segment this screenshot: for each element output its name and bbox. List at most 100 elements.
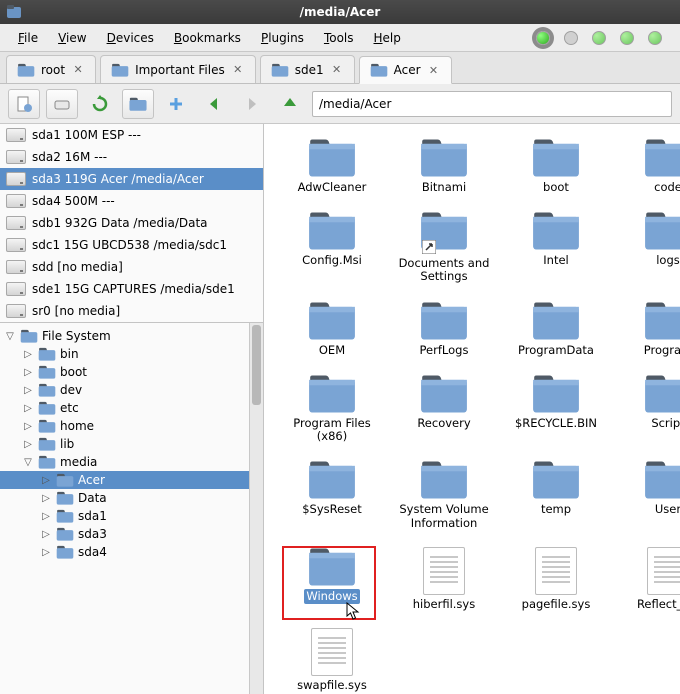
folder-item[interactable]: Recovery xyxy=(394,374,494,444)
tree-item-sda4[interactable]: ▷sda4 xyxy=(0,543,263,561)
expander-icon[interactable]: ▷ xyxy=(40,493,52,504)
device-label: sdc1 15G UBCD538 /media/sdc1 xyxy=(32,238,227,252)
device-item[interactable]: sr0 [no media] xyxy=(0,300,263,322)
expander-icon[interactable]: ▷ xyxy=(40,547,52,558)
tab-sde1[interactable]: sde1 xyxy=(260,55,355,83)
expander-icon[interactable]: ▽ xyxy=(22,457,34,468)
device-item[interactable]: sda1 100M ESP --- xyxy=(0,124,263,146)
expander-icon[interactable]: ▷ xyxy=(40,475,52,486)
forward-icon[interactable] xyxy=(236,89,268,119)
tree-item-dev[interactable]: ▷ dev xyxy=(0,381,263,399)
tree-item-etc[interactable]: ▷etc xyxy=(0,399,263,417)
file-view[interactable]: AdwCleaner Bitnamibootcode Config.MsiDocum… xyxy=(264,124,680,694)
folder-item[interactable]: code xyxy=(618,138,680,195)
folder-item[interactable]: User xyxy=(618,460,680,530)
refresh-icon[interactable] xyxy=(84,89,116,119)
folder-item[interactable]: logs xyxy=(618,211,680,284)
address-bar[interactable] xyxy=(312,91,672,117)
expander-icon[interactable]: ▷ xyxy=(40,511,52,522)
address-input[interactable] xyxy=(319,97,665,111)
tree-item-home[interactable]: ▷home xyxy=(0,417,263,435)
folder-item[interactable]: Bitnami xyxy=(394,138,494,195)
tree-item-acer[interactable]: ▷Acer xyxy=(0,471,263,489)
up-icon[interactable] xyxy=(274,89,306,119)
close-icon[interactable] xyxy=(427,63,441,77)
add-icon[interactable] xyxy=(160,89,192,119)
status-dot[interactable] xyxy=(564,31,578,45)
folder-icon xyxy=(38,347,56,361)
tab-acer[interactable]: Acer xyxy=(359,56,452,84)
app-icon xyxy=(6,4,22,20)
folder-item[interactable]: Windows xyxy=(282,547,382,612)
close-icon[interactable] xyxy=(330,63,344,77)
tree-item-lib[interactable]: ▷lib xyxy=(0,435,263,453)
menu-plugins[interactable]: Plugins xyxy=(251,27,314,49)
tree-root[interactable]: ▽File System xyxy=(0,327,263,345)
drive-icon xyxy=(6,172,26,186)
folder-item[interactable]: AdwCleaner xyxy=(282,138,382,195)
folder-item[interactable]: Config.Msi xyxy=(282,211,382,284)
device-item[interactable]: sdb1 932G Data /media/Data xyxy=(0,212,263,234)
close-icon[interactable] xyxy=(71,63,85,77)
folder-item[interactable]: $RECYCLE.BIN xyxy=(506,374,606,444)
tree-item-sda3[interactable]: ▷sda3 xyxy=(0,525,263,543)
device-item[interactable]: sdd [no media] xyxy=(0,256,263,278)
folder-item[interactable]: Intel xyxy=(506,211,606,284)
menu-view[interactable]: View xyxy=(48,27,96,49)
file-item[interactable]: pagefile.sys xyxy=(506,547,606,612)
device-item[interactable]: sde1 15G CAPTURES /media/sde1 xyxy=(0,278,263,300)
open-folder-button[interactable] xyxy=(122,89,154,119)
folder-icon xyxy=(420,374,468,414)
folder-item[interactable]: OEM xyxy=(282,301,382,358)
expander-icon[interactable]: ▽ xyxy=(4,331,16,342)
expander-icon[interactable]: ▷ xyxy=(40,529,52,540)
menu-help[interactable]: Help xyxy=(364,27,411,49)
folder-item[interactable]: boot xyxy=(506,138,606,195)
menu-devices[interactable]: Devices xyxy=(97,27,164,49)
expander-icon[interactable]: ▷ xyxy=(22,349,34,360)
device-item[interactable]: sda3 119G Acer /media/Acer xyxy=(0,168,263,190)
expander-icon[interactable]: ▷ xyxy=(22,421,34,432)
folder-item[interactable]: PerfLogs xyxy=(394,301,494,358)
menu-file[interactable]: File xyxy=(8,27,48,49)
expander-icon[interactable]: ▷ xyxy=(22,367,34,378)
tree-item-data[interactable]: ▷Data xyxy=(0,489,263,507)
device-item[interactable]: sda4 500M --- xyxy=(0,190,263,212)
folder-item[interactable]: Program Files (x86) xyxy=(282,374,382,444)
tree-item-sda1[interactable]: ▷sda1 xyxy=(0,507,263,525)
tree-scrollbar[interactable] xyxy=(249,323,263,694)
file-item[interactable]: swapfile.sys xyxy=(282,628,382,693)
tree-item-bin[interactable]: ▷bin xyxy=(0,345,263,363)
back-icon[interactable] xyxy=(198,89,230,119)
expander-icon[interactable]: ▷ xyxy=(22,385,34,396)
tab-important-files[interactable]: Important Files xyxy=(100,55,256,83)
new-icon-button[interactable] xyxy=(8,89,40,119)
folder-item[interactable]: ProgramData xyxy=(506,301,606,358)
folder-item[interactable]: System Volume Information xyxy=(394,460,494,530)
expander-icon[interactable]: ▷ xyxy=(22,403,34,414)
menu-tools[interactable]: Tools xyxy=(314,27,364,49)
device-item[interactable]: sda2 16M --- xyxy=(0,146,263,168)
tree-item-media[interactable]: ▽media xyxy=(0,453,263,471)
expander-icon[interactable]: ▷ xyxy=(22,439,34,450)
drive-button[interactable] xyxy=(46,89,78,119)
item-label: AdwCleaner xyxy=(296,180,369,195)
status-dot[interactable] xyxy=(648,31,662,45)
file-item[interactable]: hiberfil.sys xyxy=(394,547,494,612)
file-item[interactable]: Reflect_Ins xyxy=(618,547,680,612)
tree-item-boot[interactable]: ▷boot xyxy=(0,363,263,381)
folder-item[interactable]: Program xyxy=(618,301,680,358)
folder-item[interactable]: Script xyxy=(618,374,680,444)
menu-bookmarks[interactable]: Bookmarks xyxy=(164,27,251,49)
drive-icon xyxy=(6,216,26,230)
device-item[interactable]: sdc1 15G UBCD538 /media/sdc1 xyxy=(0,234,263,256)
folder-item[interactable]: Documents and Settings xyxy=(394,211,494,284)
status-dot[interactable] xyxy=(620,31,634,45)
tab-root[interactable]: root xyxy=(6,55,96,83)
status-dot[interactable] xyxy=(592,31,606,45)
tree-label: dev xyxy=(60,383,82,397)
close-icon[interactable] xyxy=(231,63,245,77)
folder-item[interactable]: temp xyxy=(506,460,606,530)
status-dot-active[interactable] xyxy=(536,31,550,45)
folder-item[interactable]: $SysReset xyxy=(282,460,382,530)
